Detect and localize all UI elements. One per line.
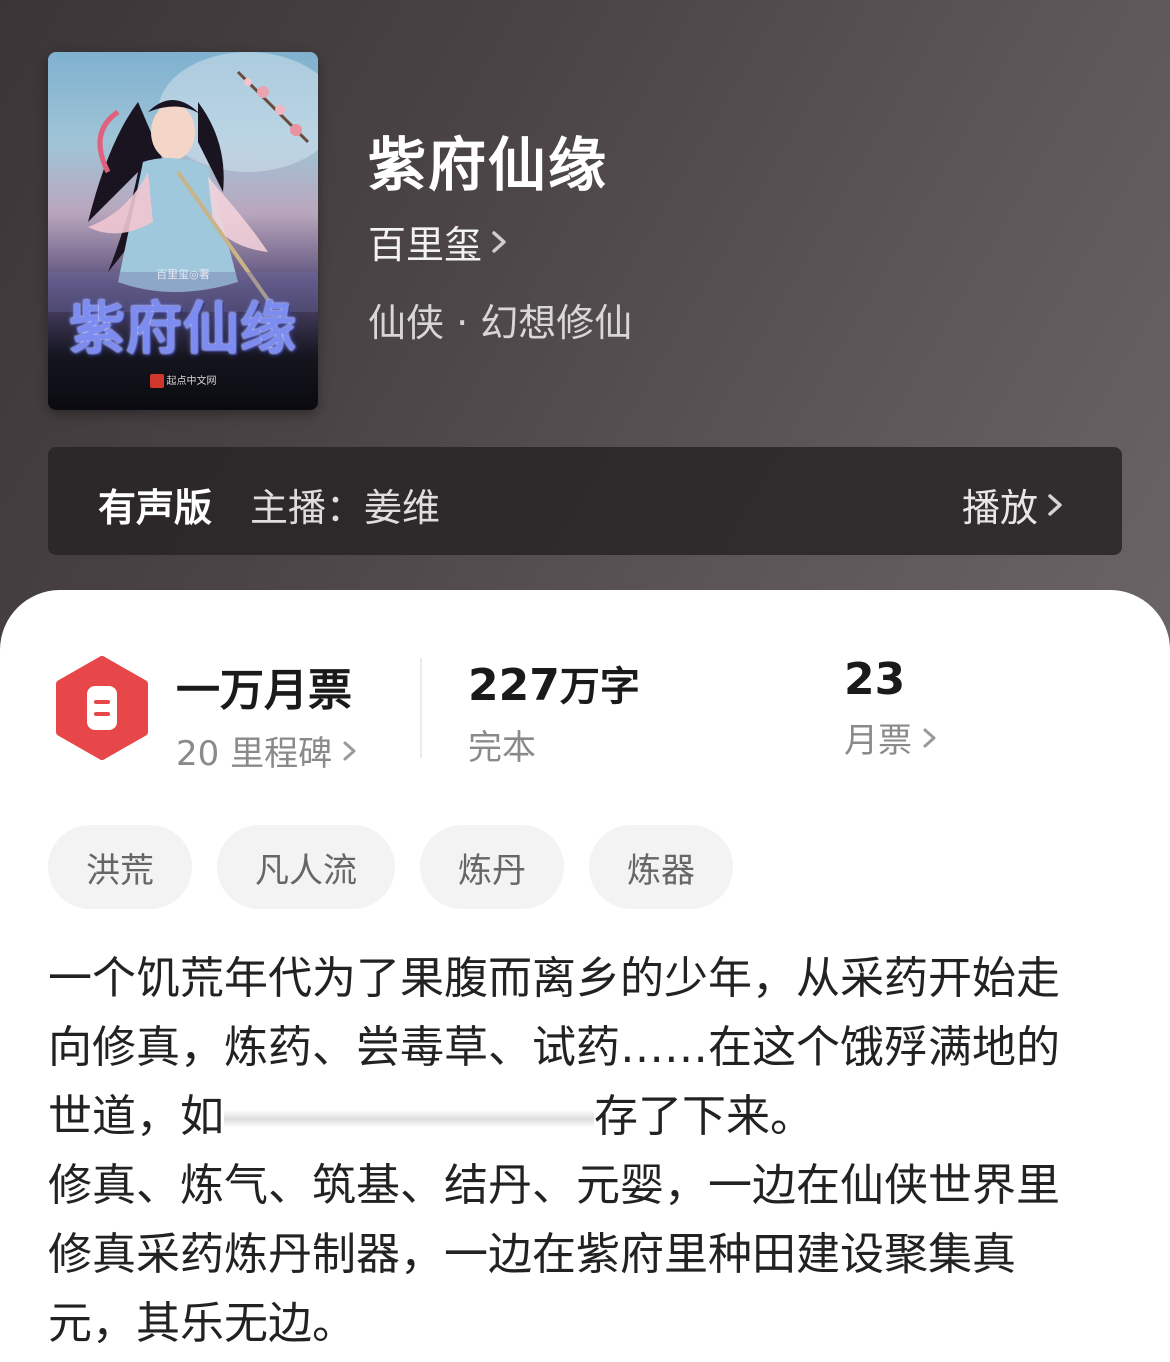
book-title: 紫府仙缘 (368, 131, 609, 199)
monthly-tickets-link[interactable]: 月票 (844, 713, 946, 762)
stat-word-count: 227万字 完本 (468, 654, 640, 769)
chevron-right-icon (1048, 493, 1062, 516)
description-fragment: 存了下来。 (594, 1091, 814, 1142)
tag-item[interactable]: 洪荒 (48, 825, 192, 909)
description-line: 修真采药炼丹制器，一边在紫府里种田建设聚集真 (48, 1229, 1016, 1280)
milestones-text: 20 里程碑 (176, 734, 333, 774)
monthly-tickets-label: 月票 (844, 721, 912, 761)
redaction-smudge (224, 1097, 594, 1141)
tickets-title: 一万月票 (176, 665, 352, 716)
book-status: 完本 (468, 728, 536, 768)
tag-list: 洪荒 凡人流 炼丹 炼器 (48, 825, 733, 909)
word-count-number: 227 (468, 660, 560, 711)
stat-tickets[interactable]: 一万月票 20 里程碑 (176, 654, 366, 775)
cover-publisher: 起点中文网 (48, 372, 318, 388)
monthly-ticket-badge-icon[interactable] (54, 656, 150, 760)
audiobook-play-button[interactable]: 播放 (962, 477, 1072, 532)
cover-author-text: 百里玺◎著 (156, 268, 210, 281)
author-name: 百里玺 (368, 223, 483, 267)
chevron-right-icon (343, 741, 356, 760)
description-line: 世道，如 存了下来。 (48, 1082, 1128, 1151)
stat-monthly-tickets[interactable]: 23 月票 (844, 654, 946, 762)
tag-item[interactable]: 炼丹 (420, 825, 564, 909)
audiobook-label: 有声版 (98, 486, 213, 530)
tag-item[interactable]: 炼器 (589, 825, 733, 909)
audiobook-host: 主播：姜维 (250, 486, 441, 530)
cover-title-text: 紫府仙缘 (69, 296, 297, 362)
monthly-tickets-number: 23 (844, 654, 906, 705)
stat-divider (420, 658, 422, 758)
play-label: 播放 (961, 486, 1038, 530)
description-fragment: 世道，如 (48, 1091, 224, 1142)
word-count-unit: 万字 (559, 664, 640, 710)
description-line: 元，其乐无边。 (48, 1298, 356, 1349)
chevron-right-icon (492, 230, 506, 253)
publisher-name: 起点中文网 (166, 376, 217, 387)
description-line: 修真、炼气、筑基、结丹、元婴，一边在仙侠世界里 (48, 1160, 1060, 1211)
book-cover[interactable]: 百里玺◎著 紫府仙缘 起点中文网 (48, 52, 318, 410)
publisher-logo-icon (149, 374, 164, 388)
book-genre[interactable]: 仙侠 · 幻想修仙 (368, 292, 632, 347)
milestones-link[interactable]: 20 里程碑 (176, 726, 366, 775)
chevron-right-icon (923, 728, 936, 747)
audiobook-bar[interactable]: 有声版 主播：姜维 播放 (48, 447, 1122, 555)
author-link[interactable]: 百里玺 (368, 214, 516, 269)
description-line: 向修真，炼药、尝毒草、试药……在这个饿殍满地的 (48, 1022, 1060, 1073)
tag-item[interactable]: 凡人流 (217, 825, 395, 909)
book-header: 百里玺◎著 紫府仙缘 起点中文网 紫府仙缘 百里玺 仙侠 · 幻想修仙 有声版 … (0, 0, 1170, 660)
description-line: 一个饥荒年代为了果腹而离乡的少年，从采药开始走 (48, 953, 1060, 1004)
book-description[interactable]: 一个饥荒年代为了果腹而离乡的少年，从采药开始走 向修真，炼药、尝毒草、试药……在… (48, 944, 1128, 1358)
